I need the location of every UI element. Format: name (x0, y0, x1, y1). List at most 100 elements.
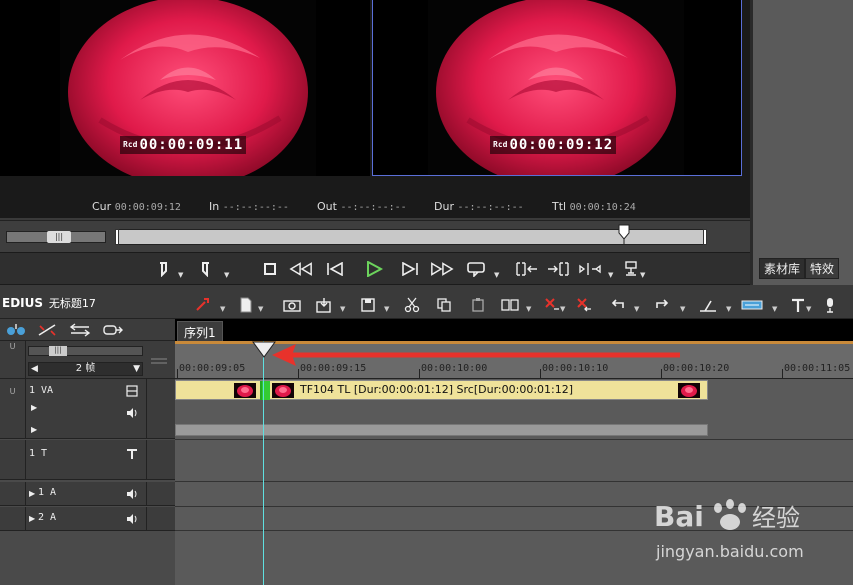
track-lock-cell[interactable]: U (0, 379, 26, 439)
set-out-button[interactable] (195, 258, 219, 280)
title-t-icon[interactable] (126, 448, 138, 460)
undo-button[interactable] (606, 295, 630, 315)
overwrite-to-timeline-button[interactable] (546, 258, 570, 280)
chevron-down-icon[interactable]: ▼ (726, 305, 731, 313)
copy-button[interactable] (432, 295, 456, 315)
scrub-out-handle[interactable] (703, 229, 707, 245)
scrub-in-handle[interactable] (115, 229, 119, 245)
track-header-1t[interactable]: 1 T (0, 440, 175, 480)
track-header-1a[interactable]: ▶ 1 A (0, 482, 175, 506)
shuttle-thumb[interactable]: ||| (47, 231, 71, 243)
track-lock-cell[interactable] (0, 440, 26, 480)
tick-mark (419, 369, 420, 379)
ruler-toggle-cell[interactable]: U (0, 341, 26, 379)
chevron-down-icon[interactable]: ▼ (133, 363, 140, 375)
save-button[interactable] (356, 295, 380, 315)
ripple-delete-button[interactable] (572, 295, 596, 315)
speaker-icon[interactable] (126, 407, 138, 419)
speaker-icon[interactable] (126, 513, 138, 525)
tick-mark (177, 369, 178, 379)
stop-button[interactable] (258, 258, 282, 280)
voiceover-button[interactable] (818, 295, 842, 315)
arrow-left-icon[interactable]: ◀ (31, 363, 38, 375)
rewind-button[interactable] (289, 258, 313, 280)
paste-button[interactable] (466, 295, 490, 315)
chevron-down-icon[interactable]: ▼ (220, 305, 225, 313)
scrub-playhead-icon[interactable] (618, 224, 630, 244)
chevron-down-icon[interactable]: ▼ (608, 271, 613, 279)
redo-button[interactable] (650, 295, 674, 315)
snap-icon (38, 324, 56, 336)
transition-button[interactable] (740, 295, 764, 315)
clip-transition-handle[interactable] (260, 381, 270, 400)
scrub-row: ||| (0, 220, 750, 252)
ripple-button[interactable] (100, 322, 126, 338)
tab-effects[interactable]: 特效 (805, 258, 840, 279)
timescale-select[interactable]: ◀ 2 帧 ▼ (28, 362, 143, 376)
transport-bar: ▼ ▼ ▼ ▼ ▼ (0, 252, 750, 285)
timeline-playhead[interactable] (263, 341, 264, 585)
new-sequence-button[interactable] (234, 295, 258, 315)
link-ruler-icon[interactable] (150, 355, 168, 367)
tab-sequence-1[interactable]: 序列1 (177, 321, 223, 341)
save-icon (361, 298, 375, 312)
capture-button[interactable] (280, 295, 304, 315)
import-button[interactable] (312, 295, 336, 315)
video-icon[interactable] (126, 385, 138, 397)
cut-button[interactable] (400, 295, 424, 315)
clip-audio-waveform-bar[interactable] (175, 424, 708, 436)
zoom-slider[interactable]: ||| (28, 346, 143, 356)
link-group-button[interactable] (3, 322, 29, 338)
replace-button[interactable] (578, 258, 602, 280)
insert-to-timeline-button[interactable] (515, 258, 539, 280)
chevron-down-icon[interactable]: ▼ (634, 305, 639, 313)
shuttle-slider[interactable]: ||| (6, 231, 106, 243)
chevron-down-icon[interactable]: ▼ (224, 271, 229, 279)
tick-mark (540, 369, 541, 379)
recorder-monitor[interactable]: Rcd 00:00:09:12 (372, 0, 742, 176)
chevron-down-icon[interactable]: ▼ (258, 305, 263, 313)
track-lock-cell[interactable] (0, 507, 26, 531)
mark-out-icon (202, 262, 209, 277)
chevron-down-icon[interactable]: ▼ (806, 305, 811, 313)
new-project-button[interactable] (190, 295, 214, 315)
set-in-button[interactable] (150, 258, 174, 280)
track-header-1va[interactable]: U 1 VA ▶ ▶ (0, 379, 175, 439)
sync-icon (69, 323, 91, 337)
track-headers: U ||| ◀ 2 帧 ▼ U 1 VA ▶ ▶ 1 T ▶ 1 A ▶ 2 A (0, 319, 175, 585)
chevron-down-icon[interactable]: ▼ (494, 271, 499, 279)
track-lock-cell[interactable] (0, 482, 26, 506)
snap-button[interactable] (34, 322, 60, 338)
tab-bin[interactable]: 素材库 (759, 258, 806, 279)
chevron-down-icon[interactable]: ▼ (772, 305, 777, 313)
chevron-down-icon[interactable]: ▼ (680, 305, 685, 313)
chevron-down-icon[interactable]: ▼ (640, 271, 645, 279)
chevron-down-icon[interactable]: ▼ (560, 305, 565, 313)
sync-button[interactable] (67, 322, 93, 338)
chevron-down-icon[interactable]: ▼ (178, 271, 183, 279)
expand-arrow-icon[interactable]: ▶ (29, 489, 35, 498)
next-frame-button[interactable] (398, 258, 422, 280)
audio-mixer-button[interactable] (696, 295, 720, 315)
expand-arrow-icon[interactable]: ▶ (31, 403, 37, 412)
previous-frame-button[interactable] (323, 258, 347, 280)
player-monitor[interactable]: Rcd 00:00:09:11 (0, 0, 370, 176)
expand-arrow-icon[interactable]: ▶ (31, 425, 37, 434)
speaker-icon[interactable] (126, 488, 138, 500)
chevron-down-icon[interactable]: ▼ (384, 305, 389, 313)
loop-play-button[interactable] (464, 258, 488, 280)
video-clip[interactable]: TF104 TL [Dur:00:00:01:12] Src[Dur:00:00… (175, 380, 708, 400)
fast-forward-button[interactable] (430, 258, 454, 280)
ruler-tick-label: 00:00:09:05 (179, 363, 246, 374)
play-icon (367, 261, 383, 277)
edius-window: Rcd 00:00:09:11 Rcd 00:00:09:12 Cur 00:0… (0, 0, 853, 585)
chevron-down-icon[interactable]: ▼ (526, 305, 531, 313)
play-button[interactable] (362, 258, 386, 280)
chevron-down-icon[interactable]: ▼ (340, 305, 345, 313)
track-lane-1t[interactable] (175, 440, 853, 482)
track-header-2a[interactable]: ▶ 2 A (0, 507, 175, 531)
mode-button[interactable] (498, 295, 522, 315)
scrub-bar[interactable] (115, 224, 707, 245)
zoom-thumb[interactable]: ||| (49, 346, 67, 356)
expand-arrow-icon[interactable]: ▶ (29, 514, 35, 523)
